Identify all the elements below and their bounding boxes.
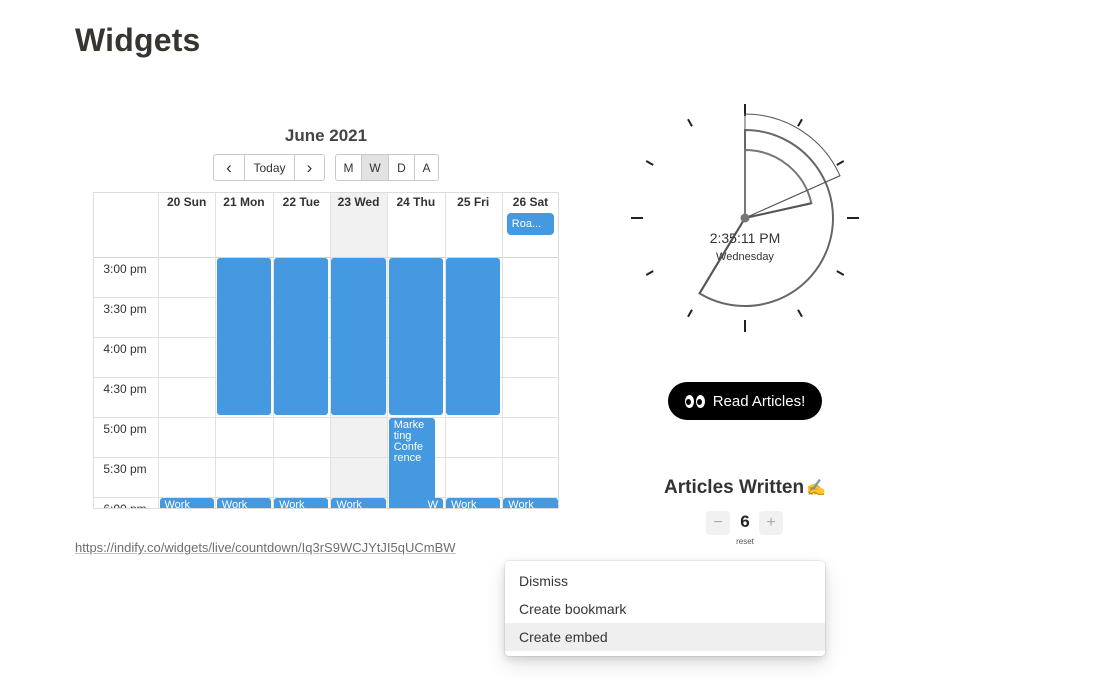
time-label: 3:00 pm [103, 262, 147, 276]
clock-tick [687, 118, 693, 127]
pasted-url-link[interactable]: https://indify.co/widgets/live/countdown… [75, 540, 456, 555]
paste-options-menu: Dismiss Create bookmark Create embed [505, 561, 825, 656]
clock-tick [797, 309, 803, 318]
counter-reset-link[interactable]: reset [725, 537, 765, 546]
calendar-event[interactable] [274, 258, 329, 415]
counter-title-text: Articles Written [664, 477, 805, 498]
calendar-month-title: June 2021 [284, 126, 368, 145]
time-label: 4:30 pm [103, 382, 147, 396]
increment-button[interactable]: + [759, 511, 783, 535]
calendar-prev-button[interactable]: ‹ [213, 154, 245, 181]
view-agenda-button[interactable]: A [414, 154, 439, 181]
calendar-today-button[interactable]: Today [244, 154, 295, 181]
calendar-week-grid[interactable]: 20 Sun 21 Mon 22 Tue 23 Wed 24 Thu 25 Fri 26 S… [93, 192, 559, 509]
clock-tick [836, 270, 845, 276]
clock-hour-hand [744, 202, 812, 219]
clock-tick [687, 309, 693, 318]
clock-tick [645, 270, 654, 276]
calendar-event[interactable] [446, 258, 501, 415]
calendar-event[interactable]: Marke ting Confe rence [388, 418, 435, 508]
calendar-event[interactable]: Work [274, 498, 329, 508]
clock-tick [797, 118, 803, 127]
day-column-line [501, 193, 503, 508]
time-label: 5:30 pm [103, 462, 147, 476]
clock-minutes-arc [698, 128, 834, 307]
time-label: 3:30 pm [103, 302, 147, 316]
day-header: 23 Wed [337, 195, 380, 209]
chevron-right-icon: › [306, 157, 313, 177]
eyes-icon [684, 394, 705, 408]
day-header: 26 Sat [512, 195, 549, 209]
time-label: 4:00 pm [103, 342, 147, 356]
time-label: 5:00 pm [103, 422, 147, 436]
calendar-event[interactable] [331, 258, 386, 415]
calendar-event[interactable]: Work [446, 498, 501, 508]
clock-tick [836, 160, 845, 166]
clock-day-text: Wednesday [716, 251, 774, 263]
calendar-next-button[interactable]: › [294, 154, 325, 181]
page-title: Widgets [75, 22, 201, 58]
calendar-event[interactable]: W [388, 498, 443, 508]
clock-hours-arc [744, 148, 813, 220]
analog-clock [631, 104, 859, 332]
view-week-button[interactable]: W [361, 154, 389, 181]
calendar-event[interactable]: Work [331, 498, 386, 508]
calendar-event[interactable]: Work [503, 498, 558, 508]
writing-hand-icon: ✍ [806, 480, 826, 497]
view-month-button[interactable]: M [335, 154, 362, 181]
decrement-button[interactable]: − [706, 511, 730, 535]
counter-value: 6 [740, 512, 750, 531]
day-column-line [158, 193, 159, 508]
day-header: 22 Tue [282, 195, 320, 209]
clock-time-text: 2:35:11 PM [709, 230, 781, 246]
counter-title: Articles Written ✍ [640, 477, 850, 499]
clock-second-hand [744, 175, 841, 219]
read-articles-button[interactable]: Read Articles! [668, 382, 822, 420]
menu-item-create-bookmark[interactable]: Create bookmark [505, 595, 825, 623]
read-articles-label: Read Articles! [712, 392, 806, 410]
day-header: 24 Thu [396, 195, 436, 209]
view-day-button[interactable]: D [388, 154, 415, 181]
menu-item-dismiss[interactable]: Dismiss [505, 567, 825, 595]
clock-tick [645, 160, 654, 166]
day-header: 20 Sun [166, 195, 207, 209]
time-label: 6:00 pm [103, 502, 147, 509]
calendar-event[interactable] [216, 258, 272, 415]
time-row-line [94, 457, 558, 458]
allday-event[interactable]: Roa... [506, 213, 555, 235]
clock-center-dot [740, 213, 750, 223]
day-header: 21 Mon [223, 195, 265, 209]
chevron-left-icon: ‹ [226, 157, 232, 177]
calendar-event[interactable] [388, 258, 443, 415]
menu-item-create-embed[interactable]: Create embed [505, 623, 825, 651]
calendar-event[interactable]: Work [216, 498, 272, 508]
time-row-line [94, 417, 558, 418]
clock-seconds-arc [744, 113, 841, 219]
day-header: 25 Fri [457, 195, 490, 209]
calendar-event[interactable]: Work [159, 498, 214, 508]
